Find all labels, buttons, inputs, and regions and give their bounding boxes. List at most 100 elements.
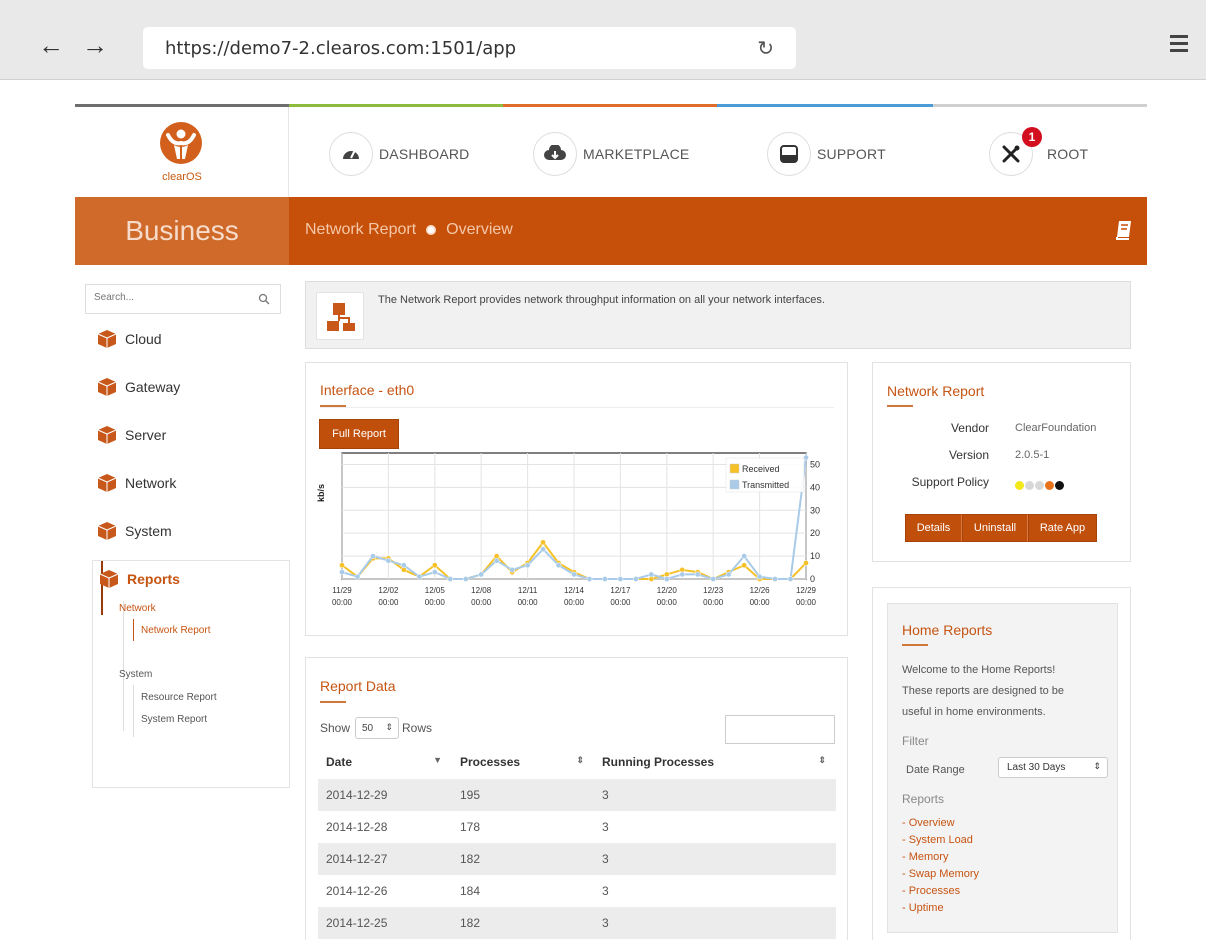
rate-app-button[interactable]: Rate App — [1028, 514, 1097, 542]
submenu-active-line — [133, 619, 134, 641]
full-report-button[interactable]: Full Report — [319, 419, 399, 449]
network-cube-icon — [97, 474, 117, 492]
nav-support[interactable]: SUPPORT — [767, 132, 886, 176]
x-tick-label: 00:00 — [610, 598, 631, 607]
reports-cube-icon — [99, 570, 119, 588]
sidebar-item-network[interactable]: Network — [97, 471, 176, 495]
x-tick-label: 00:00 — [564, 598, 585, 607]
sidebar-item-label: System — [125, 523, 172, 539]
date-range-value: Last 30 Days — [1007, 762, 1066, 773]
column-header-running-processes[interactable]: Running Processes ⇕ — [594, 745, 836, 779]
url-text[interactable]: https://demo7-2.clearos.com:1501/app — [165, 38, 516, 59]
tree-line — [133, 685, 134, 737]
date-range-select[interactable]: Last 30 Days ⇕ — [998, 757, 1108, 778]
submenu-group-network[interactable]: Network — [119, 603, 156, 614]
network-report-panel: Network Report Vendor ClearFoundation Ve… — [872, 362, 1131, 562]
sidebar-item-server[interactable]: Server — [97, 423, 166, 447]
submenu-item-system-report[interactable]: System Report — [141, 714, 207, 725]
search-input[interactable] — [94, 292, 244, 303]
x-tick-label: 00:00 — [796, 598, 817, 607]
title-underline — [320, 701, 346, 703]
link-system-load[interactable]: - System Load — [902, 832, 979, 849]
support-icon — [767, 132, 811, 176]
back-arrow-icon[interactable]: ← — [38, 32, 64, 58]
search-icon[interactable] — [258, 293, 270, 305]
data-point-transmitted — [787, 576, 794, 582]
sidebar-item-gateway[interactable]: Gateway — [97, 375, 180, 399]
breadcrumb-section[interactable]: Network Report — [305, 221, 416, 239]
forward-arrow-icon[interactable]: → — [82, 32, 108, 58]
title-rule — [320, 407, 834, 408]
link-processes[interactable]: - Processes — [902, 883, 979, 900]
column-header-date[interactable]: Date ▼ — [318, 745, 452, 779]
nav-root[interactable]: 1 ROOT — [989, 127, 1088, 176]
legend-swatch — [729, 463, 740, 474]
info-text: The Network Report provides network thro… — [378, 294, 825, 306]
hamburger-menu-icon[interactable] — [1170, 35, 1188, 56]
filter-label: Filter — [902, 734, 929, 748]
app-info-box: The Network Report provides network thro… — [305, 281, 1131, 349]
report-table: Date ▼ Processes ⇕ Running Processes ⇕ 2014… — [318, 745, 836, 939]
sidebar: Cloud Gateway Server Network System Repo… — [85, 279, 290, 788]
legend-label: Received — [742, 464, 780, 474]
data-point-transmitted — [540, 546, 546, 553]
vendor-value: ClearFoundation — [1015, 422, 1097, 434]
data-point-transmitted — [586, 576, 593, 582]
link-overview[interactable]: - Overview — [902, 815, 979, 832]
nav-marketplace[interactable]: MARKETPLACE — [533, 132, 689, 176]
data-point-transmitted — [694, 571, 701, 578]
clearos-app: clearOS DASHBOARD MARKETPLACE SUPPORT 1 — [75, 104, 1147, 940]
address-bar[interactable]: https://demo7-2.clearos.com:1501/app ↻ — [143, 27, 796, 69]
link-swap-memory[interactable]: - Swap Memory — [902, 866, 979, 883]
link-memory[interactable]: - Memory — [902, 849, 979, 866]
sidebar-item-reports[interactable]: Reports — [99, 567, 180, 591]
search-box[interactable] — [85, 284, 281, 314]
data-point-transmitted — [416, 573, 423, 580]
table-filter-input[interactable] — [725, 715, 835, 744]
support-level-dot — [1025, 481, 1034, 490]
x-tick-label: 00:00 — [471, 598, 492, 607]
uninstall-button[interactable]: Uninstall — [962, 514, 1028, 542]
data-point-transmitted — [354, 573, 361, 580]
data-point-received — [431, 562, 438, 569]
x-tick-label: 00:00 — [518, 598, 539, 607]
tools-icon: 1 — [989, 127, 1042, 176]
header-bar: Business Network Report Overview — [75, 197, 1147, 265]
panel-title: Report Data — [320, 678, 396, 694]
book-icon[interactable] — [1115, 219, 1133, 241]
browser-toolbar: ← → https://demo7-2.clearos.com:1501/app… — [0, 0, 1206, 80]
data-point-transmitted — [339, 569, 345, 575]
submenu-item-resource-report[interactable]: Resource Report — [141, 692, 217, 703]
home-report-links: - Overview - System Load - Memory - Swap… — [902, 815, 979, 917]
sidebar-item-cloud[interactable]: Cloud — [97, 327, 162, 351]
data-point-transmitted — [555, 562, 562, 569]
sidebar-item-label: Network — [125, 475, 177, 491]
sort-icon: ⇕ — [818, 755, 826, 765]
cell-date: 2014-12-27 — [318, 843, 452, 875]
column-header-processes[interactable]: Processes ⇕ — [452, 745, 594, 779]
x-tick-label: 12/20 — [657, 586, 678, 595]
data-point-transmitted — [602, 576, 608, 582]
title-underline — [887, 405, 913, 407]
details-button[interactable]: Details — [905, 514, 962, 542]
y-tick-label: 20 — [810, 528, 820, 538]
reload-icon[interactable]: ↻ — [757, 36, 774, 61]
rows-per-page-select[interactable]: 50 ⇕ — [355, 717, 399, 739]
home-reports-intro: Welcome to the Home Reports! These repor… — [902, 660, 1064, 723]
sidebar-item-system[interactable]: System — [97, 519, 172, 543]
cell-running-processes: 3 — [594, 907, 836, 939]
date-range-label: Date Range — [906, 764, 965, 776]
rows-per-page-value: 50 — [362, 723, 374, 734]
submenu-group-system[interactable]: System — [119, 669, 152, 680]
version-value: 2.0.5-1 — [1015, 449, 1050, 461]
link-uptime[interactable]: - Uptime — [902, 900, 979, 917]
logo[interactable]: clearOS — [75, 107, 289, 200]
x-tick-label: 00:00 — [425, 598, 446, 607]
logo-text: clearOS — [162, 171, 202, 183]
x-tick-label: 12/26 — [750, 586, 771, 595]
nav-dashboard[interactable]: DASHBOARD — [329, 132, 469, 176]
submenu-item-network-report[interactable]: Network Report — [141, 625, 210, 636]
nav-dashboard-label: DASHBOARD — [379, 146, 470, 162]
data-point-transmitted — [725, 571, 732, 578]
data-point-transmitted — [509, 566, 515, 573]
